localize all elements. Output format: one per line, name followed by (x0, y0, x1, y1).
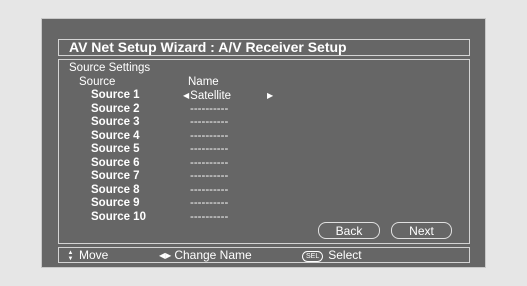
source-name-value: ---------- (190, 210, 229, 223)
source-name-value: ---------- (190, 143, 229, 155)
source-label: Source 3 (91, 116, 140, 128)
section-title: Source Settings (69, 62, 151, 74)
source-label: Source 1 (91, 89, 140, 101)
source-list: Source 1 ◀Satellite ▶ Source 2 ---------… (59, 89, 469, 224)
source-row-5[interactable]: Source 5 ---------- (59, 143, 469, 157)
source-name-value: ---------- (190, 197, 229, 209)
source-label: Source 4 (91, 129, 140, 142)
column-header-name: Name (188, 76, 219, 88)
back-button[interactable]: Back (318, 222, 380, 239)
source-label: Source 2 (91, 102, 140, 115)
source-label: Source 7 (91, 170, 140, 182)
hint-change-name-label: Change Name (174, 248, 252, 262)
source-label: Source 5 (91, 143, 140, 155)
key-hint-bar: ▲ ▼ Move ◀▶ Change Name SEL Select (58, 247, 470, 263)
hint-move-label: Move (79, 248, 109, 262)
source-name-value: ---------- (190, 102, 229, 115)
source-row-6[interactable]: Source 6 ---------- (59, 157, 469, 171)
source-label: Source 6 (91, 156, 140, 169)
hint-move: ▲ ▼ Move (67, 248, 109, 262)
arrow-left-icon[interactable]: ◀ (183, 91, 189, 100)
source-name-value: ---------- (190, 129, 229, 142)
source-label: Source 9 (91, 197, 140, 209)
source-name-selector[interactable]: ◀Satellite (183, 89, 231, 104)
source-label: Source 8 (91, 183, 140, 196)
left-right-arrows-icon: ◀▶ (159, 251, 172, 260)
hint-change-name: ◀▶ Change Name (159, 248, 252, 263)
column-header-source: Source (79, 76, 116, 88)
source-row-3[interactable]: Source 3 ---------- (59, 116, 469, 130)
source-name-value: ---------- (190, 156, 229, 169)
hint-select: SEL Select (302, 248, 362, 262)
source-name-value: ---------- (190, 183, 229, 196)
window-title: AV Net Setup Wizard : A/V Receiver Setup (58, 39, 470, 56)
source-row-8[interactable]: Source 8 ---------- (59, 184, 469, 198)
source-name-value: ---------- (190, 170, 229, 182)
source-row-1[interactable]: Source 1 ◀Satellite ▶ (59, 89, 469, 103)
hint-select-label: Select (328, 248, 362, 262)
next-button[interactable]: Next (391, 222, 452, 239)
source-row-9[interactable]: Source 9 ---------- (59, 197, 469, 211)
source-name-value: Satellite (190, 90, 232, 102)
source-row-2[interactable]: Source 2 ---------- (59, 103, 469, 117)
sel-key-icon: SEL (302, 251, 324, 262)
source-label: Source 10 (91, 210, 146, 223)
source-row-7[interactable]: Source 7 ---------- (59, 170, 469, 184)
source-settings-panel: Source Settings Source Name Source 1 ◀Sa… (58, 59, 470, 244)
source-name-value: ---------- (190, 116, 229, 128)
source-row-4[interactable]: Source 4 ---------- (59, 130, 469, 144)
arrow-right-icon[interactable]: ▶ (267, 89, 273, 103)
tv-osd-screen: AV Net Setup Wizard : A/V Receiver Setup… (41, 18, 486, 268)
up-down-arrows-icon: ▲ ▼ (67, 250, 74, 262)
